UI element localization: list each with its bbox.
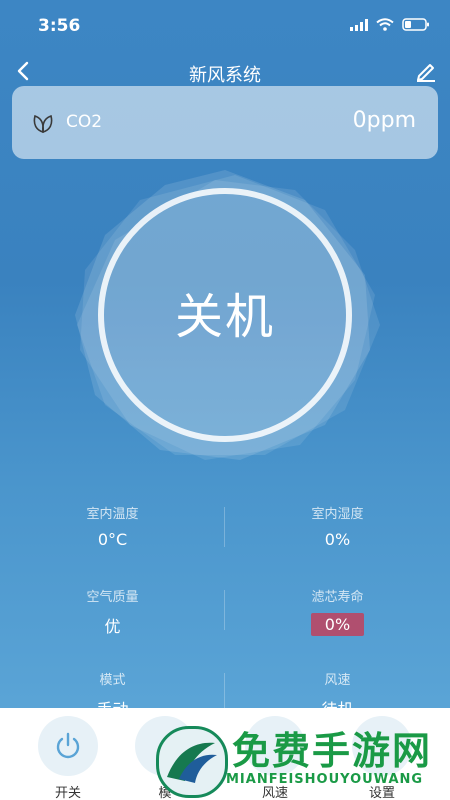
screen: 3:56 新风系统 CO2 0ppm 关机 室内温度 0°C 室内湿度 0% 空… bbox=[0, 0, 450, 800]
power-icon bbox=[56, 732, 80, 759]
filter-life-badge: 0% bbox=[310, 613, 365, 636]
watermark-subtitle: MIANFEISHOUYOUWANG bbox=[226, 772, 424, 787]
power-button[interactable] bbox=[38, 716, 98, 776]
status-time: 3:56 bbox=[38, 16, 81, 36]
indoor-humidity-label: 室内湿度 bbox=[311, 507, 364, 522]
status-icons bbox=[350, 18, 430, 31]
indoor-humidity-value: 0% bbox=[324, 530, 351, 549]
watermark-logo-icon bbox=[156, 726, 228, 798]
leaf-icon bbox=[33, 114, 53, 134]
fan-speed-label: 风速 bbox=[324, 673, 351, 688]
stats-row: 室内温度 0°C 室内湿度 0% bbox=[0, 495, 450, 578]
stats-row: 空气质量 优 滤芯寿命 0% bbox=[0, 578, 450, 661]
mode-label: 模式 bbox=[99, 673, 126, 688]
filter-life-label: 滤芯寿命 bbox=[311, 590, 364, 605]
indoor-temp-stat: 室内温度 0°C bbox=[0, 495, 225, 549]
watermark: 免费手游网 MIANFEISHOUYOUWANG bbox=[150, 720, 450, 800]
status-bar: 3:56 bbox=[0, 0, 450, 50]
indoor-humidity-stat: 室内湿度 0% bbox=[225, 495, 450, 549]
air-quality-value: 优 bbox=[104, 617, 121, 636]
indoor-temp-label: 室内温度 bbox=[86, 507, 139, 522]
battery-icon bbox=[402, 18, 430, 31]
signal-icon bbox=[350, 18, 368, 31]
co2-value: 0ppm bbox=[352, 108, 416, 133]
filter-life-stat: 滤芯寿命 0% bbox=[225, 578, 450, 636]
pencil-icon bbox=[417, 64, 435, 82]
co2-label: CO2 bbox=[66, 112, 103, 132]
air-quality-stat: 空气质量 优 bbox=[0, 578, 225, 637]
wifi-icon bbox=[376, 18, 394, 31]
watermark-title: 免费手游网 bbox=[232, 729, 433, 773]
power-state-text: 关机 bbox=[174, 289, 275, 345]
stats-grid: 室内温度 0°C 室内湿度 0% 空气质量 优 滤芯寿命 0% 模式 手动 bbox=[0, 495, 450, 744]
power-tab[interactable]: 开关 bbox=[23, 716, 113, 800]
edit-button[interactable] bbox=[414, 59, 438, 83]
air-quality-label: 空气质量 bbox=[86, 590, 139, 605]
co2-card: CO2 0ppm bbox=[12, 86, 438, 159]
indoor-temp-value: 0°C bbox=[97, 530, 128, 549]
power-tab-label: 开关 bbox=[54, 786, 81, 800]
power-ring[interactable]: 关机 bbox=[65, 165, 385, 465]
page-title: 新风系统 bbox=[189, 65, 261, 86]
